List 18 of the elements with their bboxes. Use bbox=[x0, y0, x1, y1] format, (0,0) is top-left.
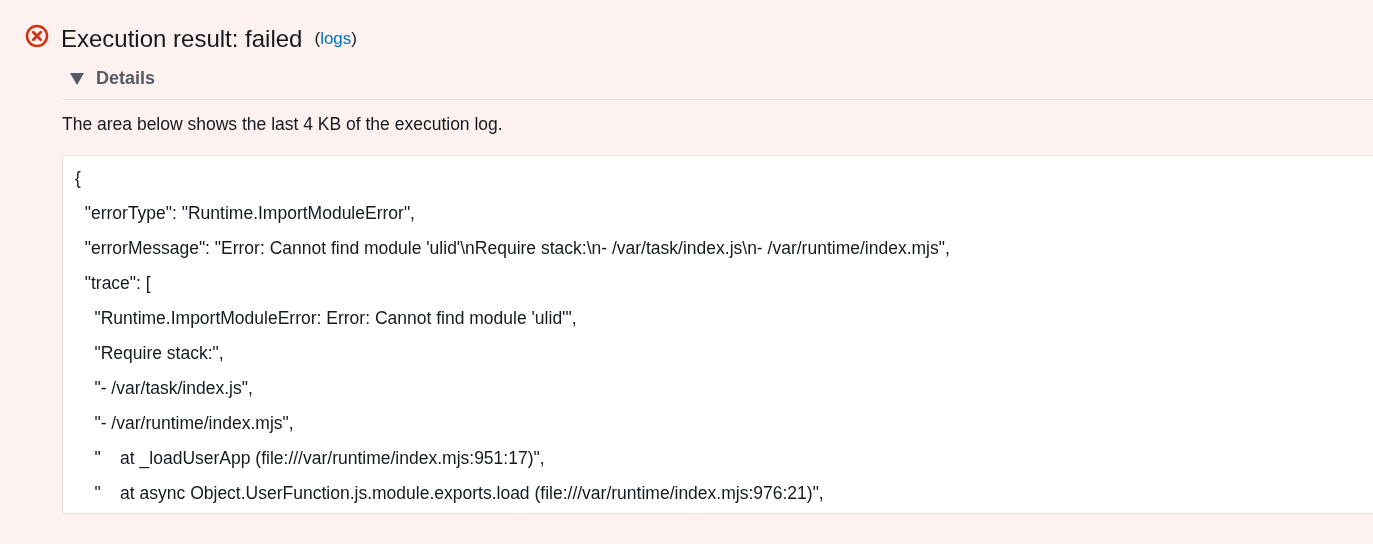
log-line: { bbox=[75, 167, 82, 190]
log-line: "Runtime.ImportModuleError: Error: Cannot find module 'ulid'", bbox=[93, 307, 578, 330]
log-description: The area below shows the last 4 KB of the execution log. bbox=[62, 114, 504, 135]
log-line: " at _loadUserApp (file:///var/runtime/index.mjs:951:17)", bbox=[93, 447, 546, 471]
logs-link[interactable]: logs bbox=[320, 29, 352, 49]
log-line: "errorType": "Runtime.ImportModuleError", bbox=[83, 202, 416, 225]
result-title: Execution result: failed bbox=[61, 24, 303, 54]
details-toggle[interactable]: Details bbox=[62, 56, 1373, 100]
log-line: "errorMessage": "Error: Cannot find module 'ulid'\nRequire stack:\n- /var/task/index.js\n- /var/runtime/index.mjs", bbox=[83, 237, 951, 260]
error-icon bbox=[25, 24, 49, 48]
log-line: "- /var/runtime/index.mjs", bbox=[93, 412, 295, 435]
log-line: " at async Object.UserFunction.js.module.exports.load (file:///var/runtime/index.mjs:976:21)", bbox=[93, 482, 825, 505]
close-parenthesis: ) bbox=[351, 29, 357, 49]
caret-icon bbox=[70, 72, 84, 85]
log-line: "Require stack:", bbox=[93, 342, 225, 365]
open-parenthesis: ( bbox=[314, 29, 321, 49]
log-line: "- /var/task/index.js", bbox=[93, 377, 254, 400]
log-line: "trace": [ bbox=[83, 272, 152, 295]
